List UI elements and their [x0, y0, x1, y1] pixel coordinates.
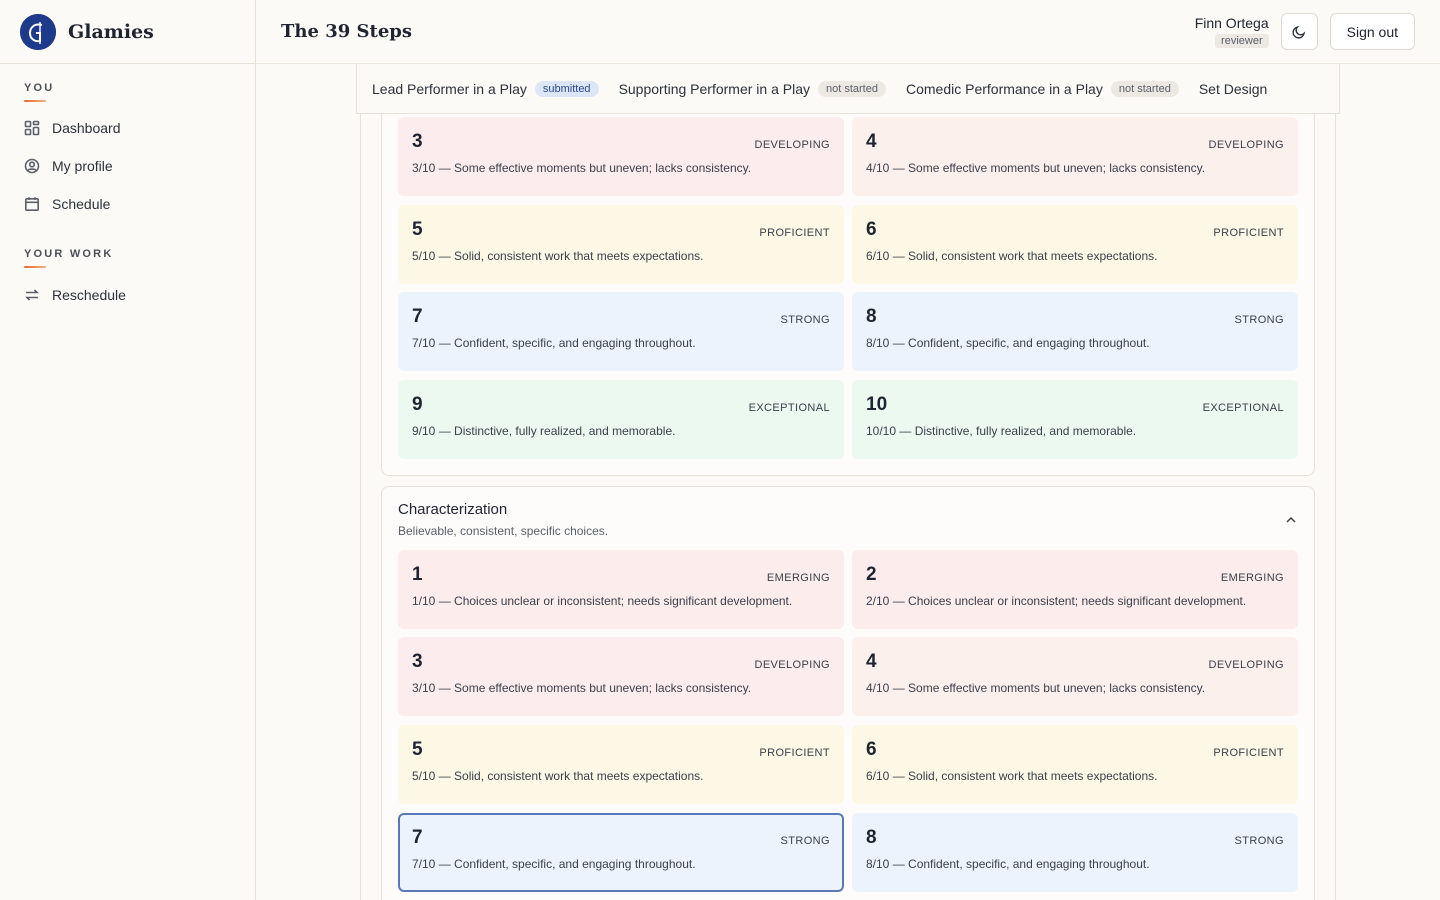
- score-card[interactable]: 3 DEVELOPING 3/10 — Some effective momen…: [398, 637, 844, 716]
- status-badge: not started: [818, 80, 886, 97]
- section-label-you: YOU: [24, 82, 55, 94]
- score-level: STRONG: [780, 314, 830, 326]
- user-role-badge: reviewer: [1215, 33, 1269, 48]
- score-card[interactable]: 2 EMERGING 2/10 — Choices unclear or inc…: [852, 550, 1298, 629]
- tab-lead-performer[interactable]: Lead Performer in a Play submitted: [372, 80, 599, 97]
- glamies-logo-icon: [20, 13, 56, 50]
- score-level: STRONG: [780, 835, 830, 847]
- score-card[interactable]: 1 EMERGING 1/10 — Choices unclear or inc…: [398, 550, 844, 629]
- section-underline: [24, 266, 46, 268]
- tab-label: Lead Performer in a Play: [372, 80, 527, 97]
- score-description: 8/10 — Confident, specific, and engaging…: [866, 336, 1150, 350]
- score-level: EMERGING: [1220, 572, 1284, 584]
- score-card[interactable]: 3 DEVELOPING 3/10 — Some effective momen…: [398, 117, 844, 196]
- chevron-up-icon[interactable]: [1284, 513, 1298, 527]
- score-description: 4/10 — Some effective moments but uneven…: [866, 161, 1206, 175]
- tab-label: Comedic Performance in a Play: [905, 80, 1103, 97]
- score-description: 3/10 — Some effective moments but uneven…: [412, 681, 752, 695]
- rubric-panel-characterization: Characterization Believable, consistent,…: [381, 486, 1315, 900]
- brand-name: Glamies: [68, 20, 154, 43]
- sidebar: Glamies YOU Dashboard My profile Schedul…: [0, 0, 256, 900]
- score-level: EMERGING: [766, 572, 830, 584]
- score-description: 9/10 — Distinctive, fully realized, and …: [412, 424, 676, 438]
- score-card[interactable]: 5 PROFICIENT 5/10 — Solid, consistent wo…: [398, 205, 844, 284]
- score-card[interactable]: 6 PROFICIENT 6/10 — Solid, consistent wo…: [852, 725, 1298, 804]
- sidebar-item-label: Schedule: [52, 196, 111, 212]
- tab-label: Supporting Performer in a Play: [618, 80, 810, 97]
- score-description: 4/10 — Some effective moments but uneven…: [866, 681, 1206, 695]
- score-number: 8: [866, 827, 877, 848]
- section-label-your-work: YOUR WORK: [24, 248, 114, 260]
- section-underline: [24, 100, 46, 102]
- score-level: DEVELOPING: [1208, 139, 1284, 151]
- category-tabs: Lead Performer in a Play submitted Suppo…: [356, 64, 1340, 114]
- score-card[interactable]: 10 EXCEPTIONAL 10/10 — Distinctive, full…: [852, 380, 1298, 459]
- score-number: 7: [412, 306, 423, 327]
- rubric-panel-previous: 3 DEVELOPING 3/10 — Some effective momen…: [381, 100, 1315, 476]
- criterion-subtitle: Believable, consistent, specific choices…: [398, 524, 609, 538]
- calendar-icon: [24, 197, 39, 211]
- brand[interactable]: Glamies: [0, 0, 255, 64]
- tab-label: Set Design: [1198, 80, 1268, 97]
- score-number: 8: [866, 306, 877, 327]
- score-level: STRONG: [1234, 314, 1284, 326]
- score-description: 1/10 — Choices unclear or inconsistent; …: [412, 594, 793, 608]
- sidebar-item-reschedule[interactable]: Reschedule: [0, 276, 255, 314]
- score-description: 7/10 — Confident, specific, and engaging…: [412, 857, 696, 871]
- score-card[interactable]: 4 DEVELOPING 4/10 — Some effective momen…: [852, 117, 1298, 196]
- score-description: 5/10 — Solid, consistent work that meets…: [412, 769, 704, 783]
- score-description: 6/10 — Solid, consistent work that meets…: [866, 769, 1158, 783]
- score-description: 6/10 — Solid, consistent work that meets…: [866, 249, 1158, 263]
- tab-comedic-performance[interactable]: Comedic Performance in a Play not starte…: [905, 80, 1179, 97]
- sidebar-item-my-profile[interactable]: My profile: [0, 147, 255, 185]
- score-card[interactable]: 5 PROFICIENT 5/10 — Solid, consistent wo…: [398, 725, 844, 804]
- score-description: 2/10 — Choices unclear or inconsistent; …: [866, 594, 1247, 608]
- score-card-selected[interactable]: 7 STRONG 7/10 — Confident, specific, and…: [398, 813, 844, 892]
- criterion-title: Characterization: [398, 501, 508, 518]
- score-description: 5/10 — Solid, consistent work that meets…: [412, 249, 704, 263]
- score-level: DEVELOPING: [754, 659, 830, 671]
- top-header: The 39 Steps Finn Ortega reviewer Sign o…: [256, 0, 1440, 64]
- score-description: 7/10 — Confident, specific, and engaging…: [412, 336, 696, 350]
- score-level: PROFICIENT: [759, 747, 830, 759]
- moon-icon: [1292, 25, 1306, 39]
- page-title: The 39 Steps: [281, 21, 413, 42]
- score-description: 8/10 — Confident, specific, and engaging…: [866, 857, 1150, 871]
- criterion-header[interactable]: Characterization Believable, consistent,…: [398, 501, 608, 538]
- score-card[interactable]: 7 STRONG 7/10 — Confident, specific, and…: [398, 292, 844, 371]
- score-level: PROFICIENT: [1213, 747, 1284, 759]
- score-card[interactable]: 9 EXCEPTIONAL 9/10 — Distinctive, fully …: [398, 380, 844, 459]
- sidebar-item-label: Reschedule: [52, 287, 126, 303]
- sidebar-item-dashboard[interactable]: Dashboard: [0, 109, 255, 147]
- sidebar-item-label: Dashboard: [52, 120, 121, 136]
- theme-toggle-button[interactable]: [1280, 13, 1318, 50]
- dashboard-icon: [24, 120, 40, 136]
- score-description: 3/10 — Some effective moments but uneven…: [412, 161, 752, 175]
- user-info: Finn Ortega reviewer: [1195, 15, 1269, 49]
- user-circle-icon: [24, 158, 40, 174]
- score-number: 7: [412, 827, 423, 848]
- score-level: EXCEPTIONAL: [1202, 402, 1284, 414]
- user-name: Finn Ortega: [1194, 14, 1269, 31]
- score-level: EXCEPTIONAL: [748, 402, 830, 414]
- score-level: DEVELOPING: [1208, 659, 1284, 671]
- swap-arrows-icon: [25, 289, 39, 301]
- score-card[interactable]: 8 STRONG 8/10 — Confident, specific, and…: [852, 292, 1298, 371]
- score-level: PROFICIENT: [759, 227, 830, 239]
- tab-supporting-performer[interactable]: Supporting Performer in a Play not start…: [618, 80, 886, 97]
- score-card[interactable]: 6 PROFICIENT 6/10 — Solid, consistent wo…: [852, 205, 1298, 284]
- tab-set-design[interactable]: Set Design: [1199, 81, 1267, 97]
- score-card[interactable]: 8 STRONG 8/10 — Confident, specific, and…: [852, 813, 1298, 892]
- score-level: DEVELOPING: [754, 139, 830, 151]
- sidebar-item-schedule[interactable]: Schedule: [0, 185, 255, 223]
- status-badge: submitted: [534, 80, 599, 97]
- score-card[interactable]: 4 DEVELOPING 4/10 — Some effective momen…: [852, 637, 1298, 716]
- score-level: STRONG: [1234, 835, 1284, 847]
- status-badge: not started: [1110, 80, 1179, 97]
- sign-out-button[interactable]: Sign out: [1329, 13, 1415, 50]
- sidebar-item-label: My profile: [52, 158, 113, 174]
- score-level: PROFICIENT: [1213, 227, 1284, 239]
- score-description: 10/10 — Distinctive, fully realized, and…: [866, 424, 1137, 438]
